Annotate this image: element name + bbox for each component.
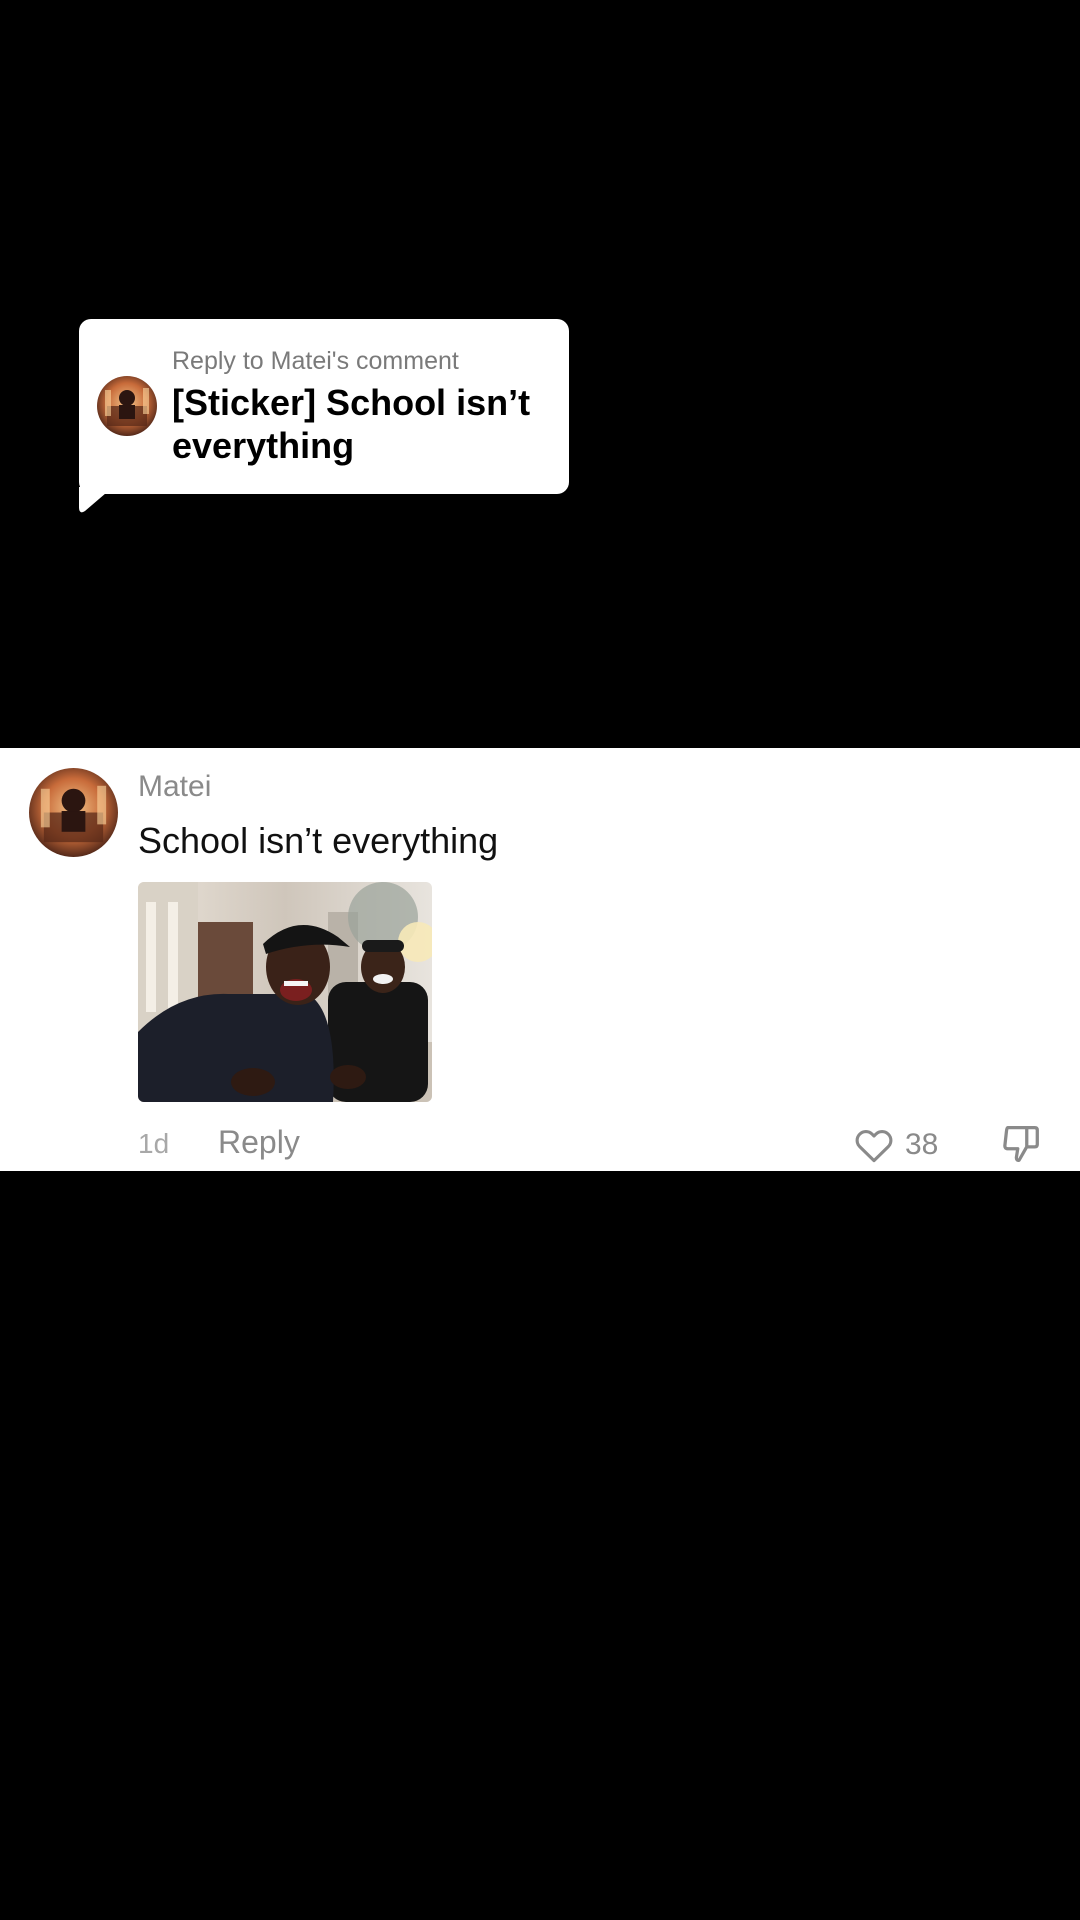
screen: Reply to Matei's comment [Sticker] Schoo… xyxy=(0,0,1080,1920)
comment-username[interactable]: Matei xyxy=(138,770,211,804)
like-count: 38 xyxy=(905,1128,939,1161)
comment-timestamp: 1d xyxy=(138,1128,170,1159)
reply-to-label: Reply to Matei's comment xyxy=(172,347,459,375)
comment-sticker-image[interactable] xyxy=(138,882,432,1102)
thumbs-down-icon[interactable] xyxy=(998,1120,1044,1166)
commenter-avatar xyxy=(97,376,157,436)
bubble-tail xyxy=(79,487,113,513)
reply-button[interactable]: Reply xyxy=(218,1124,300,1161)
reply-comment-sticker[interactable]: Reply to Matei's comment [Sticker] Schoo… xyxy=(79,319,569,494)
comment-text: School isn’t everything xyxy=(138,820,499,861)
sticker-comment-text: [Sticker] School isn’t everything xyxy=(172,382,531,466)
commenter-avatar[interactable] xyxy=(29,768,118,857)
comment-card: Matei School isn’t everything 1d Reply 3… xyxy=(0,748,1080,1171)
heart-icon[interactable] xyxy=(852,1123,896,1167)
